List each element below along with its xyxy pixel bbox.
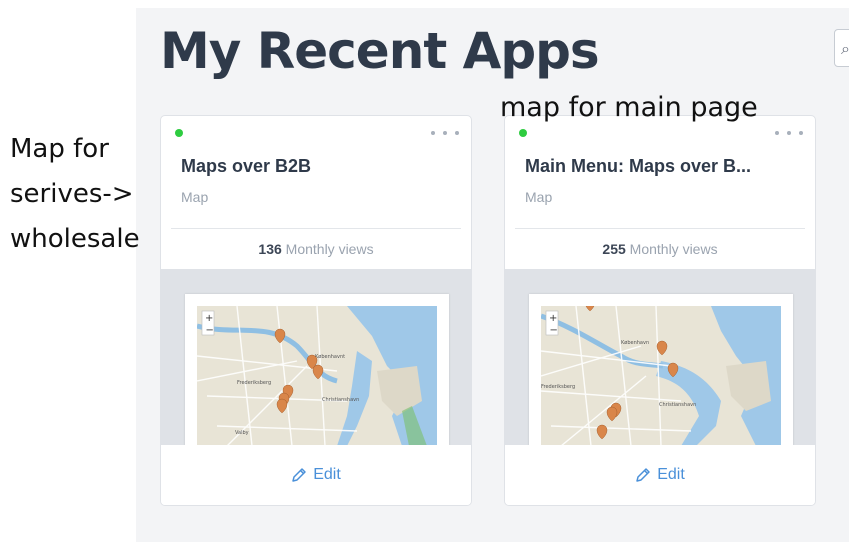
annotation-left-line: Map for [10,134,109,164]
pencil-icon [292,468,306,482]
svg-text:+: + [549,313,557,324]
svg-text:Københavnt: Københavnt [315,354,345,360]
views-count: 136 [258,241,282,257]
edit-button[interactable]: Edit [635,466,685,484]
app-page: My Recent Apps ⌕ Map for serives-> whole… [0,0,849,542]
svg-text:Valby: Valby [235,430,249,436]
map-preview-area: København Frederiksberg Christianshavn +… [505,269,815,446]
svg-text:Frederiksberg: Frederiksberg [237,380,271,386]
svg-text:Frederiksberg: Frederiksberg [541,384,575,390]
svg-text:Christianshavn: Christianshavn [659,402,696,408]
app-title[interactable]: Main Menu: Maps over B... [525,156,800,177]
map-preview[interactable]: Københavnt Frederiksberg Valby Christian… [185,294,449,446]
app-type: Map [525,189,553,205]
more-options-icon[interactable] [431,126,459,140]
annotation-left-line: wholesale [10,224,140,254]
map-preview-area: Københavnt Frederiksberg Valby Christian… [161,269,471,446]
status-dot [519,129,527,137]
views-label: Monthly views [285,241,374,257]
svg-text:København: København [621,340,649,346]
edit-label: Edit [313,466,341,483]
search-button[interactable]: ⌕ [834,29,849,67]
more-options-icon[interactable] [775,126,803,140]
views-count: 255 [602,241,626,257]
edit-label: Edit [657,466,685,483]
svg-text:−: − [550,325,558,336]
app-type: Map [181,189,209,205]
zoom-control[interactable]: + − [545,310,559,336]
page-title: My Recent Apps [160,22,600,80]
pencil-icon [636,468,650,482]
svg-text:Christianshavn: Christianshavn [322,397,359,403]
map-thumbnail: Københavnt Frederiksberg Valby Christian… [197,306,437,446]
map-thumbnail: København Frederiksberg Christianshavn +… [541,306,781,446]
search-icon: ⌕ [841,39,849,58]
views-label: Monthly views [629,241,718,257]
status-dot [175,129,183,137]
edit-button[interactable]: Edit [291,466,341,484]
annotation-left: Map for serives-> wholesale [10,127,140,262]
annotation-left-line: serives-> [10,179,134,209]
svg-text:−: − [206,325,214,336]
app-card[interactable]: Maps over B2B Map 136 Monthly views Købe… [160,115,472,506]
app-card[interactable]: Main Menu: Maps over B... Map 255 Monthl… [504,115,816,506]
card-footer: Edit [505,445,815,505]
monthly-views: 136 Monthly views [161,241,471,257]
svg-text:+: + [205,313,213,324]
card-footer: Edit [161,445,471,505]
divider [171,228,461,229]
monthly-views: 255 Monthly views [505,241,815,257]
map-preview[interactable]: København Frederiksberg Christianshavn +… [529,294,793,446]
annotation-right: map for main page [500,92,758,123]
zoom-control[interactable]: + − [201,310,215,336]
divider [515,228,805,229]
app-title[interactable]: Maps over B2B [181,156,456,177]
